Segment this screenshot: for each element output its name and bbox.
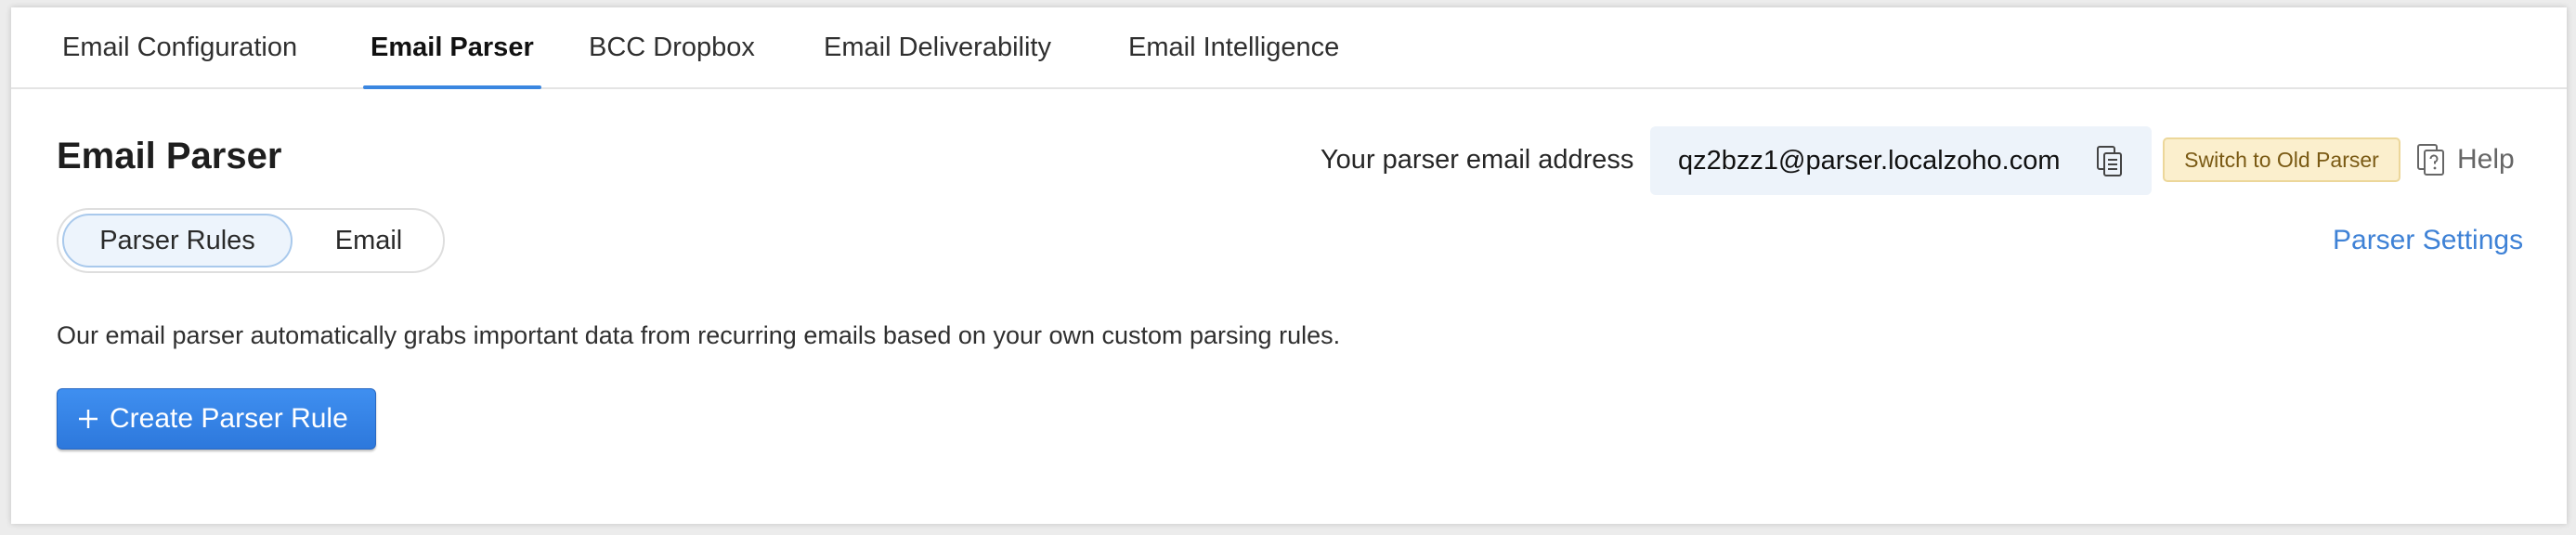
parser-address-field: qz2bzz1@parser.localzoho.com <box>1650 126 2152 195</box>
parser-address-label: Your parser email address <box>1321 145 1634 175</box>
help-icon <box>2417 144 2444 176</box>
create-parser-rule-button[interactable]: Create Parser Rule <box>57 388 376 450</box>
copy-icon[interactable] <box>2096 145 2124 178</box>
plus-icon <box>79 410 98 428</box>
switch-old-parser-button[interactable]: Switch to Old Parser <box>2163 137 2400 182</box>
tab-bar: Email Configuration Email Parser BCC Dro… <box>11 7 2567 89</box>
tab-email-deliverability[interactable]: Email Deliverability <box>824 7 1051 87</box>
tab-email-configuration[interactable]: Email Configuration <box>62 7 297 87</box>
parser-description: Our email parser automatically grabs imp… <box>57 321 1341 349</box>
email-toggle[interactable]: Email <box>300 214 437 268</box>
help-label: Help <box>2457 144 2515 175</box>
tab-bcc-dropbox[interactable]: BCC Dropbox <box>589 7 755 87</box>
help-link[interactable]: Help <box>2416 141 2515 178</box>
parser-rules-toggle[interactable]: Parser Rules <box>62 214 293 268</box>
tab-email-parser[interactable]: Email Parser <box>363 7 541 89</box>
create-parser-rule-label: Create Parser Rule <box>110 403 348 434</box>
tab-email-intelligence[interactable]: Email Intelligence <box>1128 7 1339 87</box>
page-title: Email Parser <box>57 136 282 176</box>
parser-settings-link[interactable]: Parser Settings <box>2333 225 2523 256</box>
parser-address-value[interactable]: qz2bzz1@parser.localzoho.com <box>1678 146 2060 176</box>
view-toggle: Parser Rules Email <box>57 208 445 273</box>
email-settings-panel: Email Configuration Email Parser BCC Dro… <box>11 7 2567 524</box>
